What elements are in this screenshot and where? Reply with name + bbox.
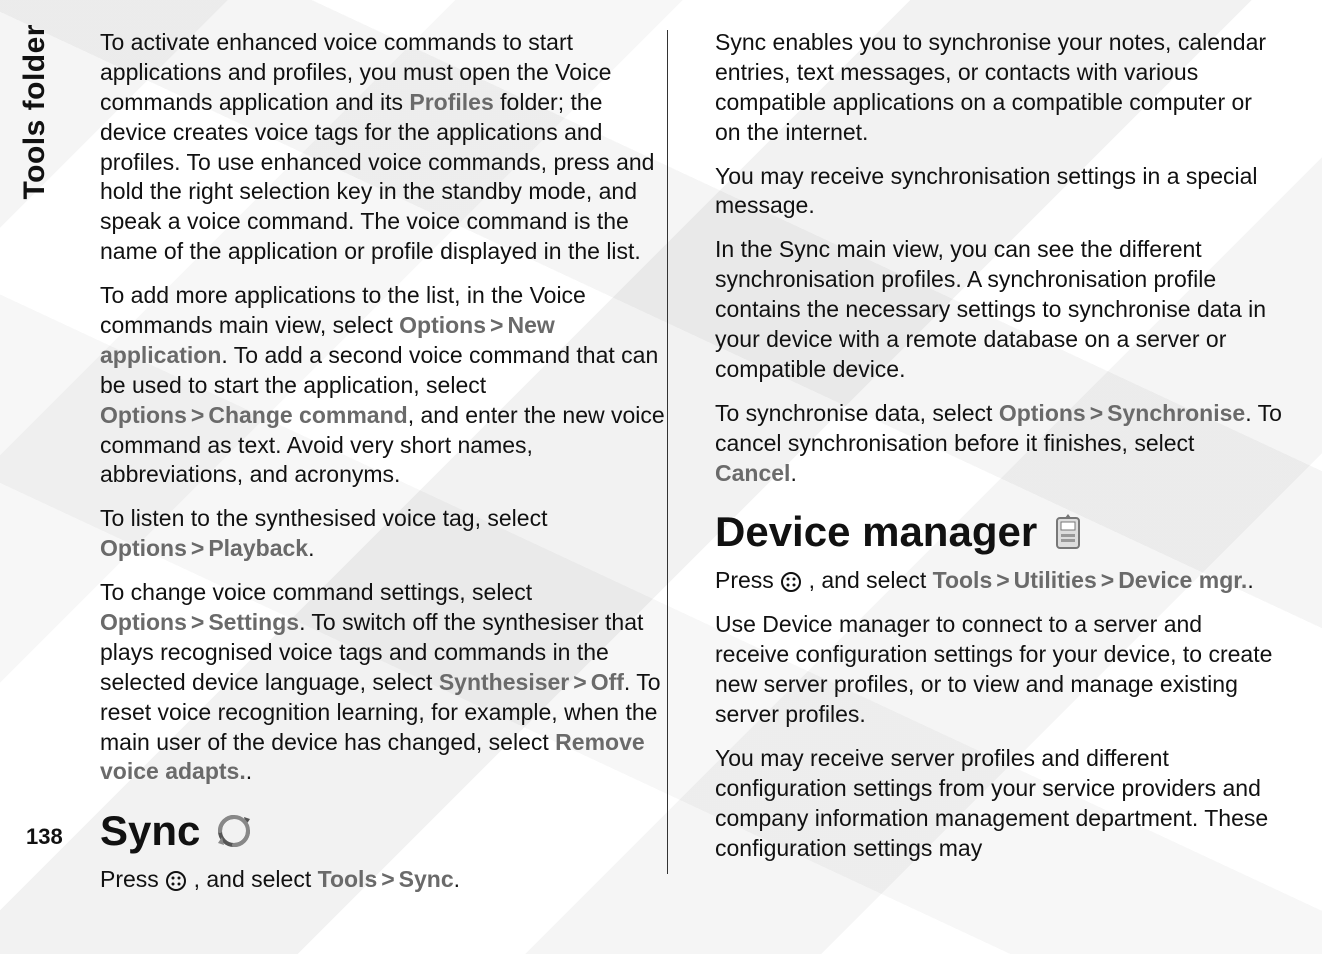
device-manager-icon — [1051, 512, 1085, 552]
term-options: Options — [399, 312, 486, 338]
text: . — [790, 460, 796, 486]
term-tools: Tools — [933, 567, 993, 593]
term-synthesiser: Synthesiser — [439, 669, 569, 695]
text: Press — [715, 567, 780, 593]
paragraph-voice-settings: To change voice command settings, select… — [100, 578, 667, 787]
term-device-mgr: Device mgr. — [1118, 567, 1247, 593]
separator-gt: > — [187, 535, 208, 561]
text: . — [308, 535, 314, 561]
text: To listen to the synthesised voice tag, … — [100, 505, 547, 531]
term-synchronise: Synchronise — [1107, 400, 1245, 426]
term-playback: Playback — [208, 535, 308, 561]
term-off: Off — [591, 669, 624, 695]
page-content: To activate enhanced voice commands to s… — [100, 28, 1282, 934]
paragraph-add-apps: To add more applications to the list, in… — [100, 281, 667, 490]
text: , and select — [802, 567, 932, 593]
text: . — [1247, 567, 1253, 593]
term-profiles: Profiles — [409, 89, 493, 115]
text: To change voice command settings, select — [100, 579, 532, 605]
paragraph-sync-press: Press , and select Tools>Sync. — [100, 865, 667, 895]
term-change-command: Change command — [208, 402, 407, 428]
term-utilities: Utilities — [1014, 567, 1097, 593]
sync-icon — [214, 811, 254, 851]
menu-key-icon — [780, 571, 802, 593]
separator-gt: > — [1097, 567, 1118, 593]
sidebar-title: Tools folder — [18, 24, 52, 199]
term-options: Options — [100, 609, 187, 635]
separator-gt: > — [187, 609, 208, 635]
text: Press — [100, 866, 165, 892]
text: folder; the device creates voice tags fo… — [100, 89, 654, 264]
term-options: Options — [100, 402, 187, 428]
separator-gt: > — [187, 402, 208, 428]
separator-gt: > — [992, 567, 1013, 593]
text: To synchronise data, select — [715, 400, 999, 426]
separator-gt: > — [1086, 400, 1107, 426]
term-cancel: Cancel — [715, 460, 790, 486]
term-settings: Settings — [208, 609, 299, 635]
paragraph-voice-activate: To activate enhanced voice commands to s… — [100, 28, 667, 267]
text: . — [246, 758, 252, 784]
separator-gt: > — [486, 312, 507, 338]
heading-sync: Sync — [100, 807, 667, 855]
term-options: Options — [100, 535, 187, 561]
paragraph-devmgr-use: Use Device manager to connect to a serve… — [715, 610, 1282, 730]
page-number: 138 — [26, 824, 63, 850]
text: , and select — [187, 866, 317, 892]
separator-gt: > — [569, 669, 590, 695]
term-tools: Tools — [318, 866, 378, 892]
text: . — [454, 866, 460, 892]
menu-key-icon — [165, 870, 187, 892]
heading-sync-text: Sync — [100, 807, 200, 855]
paragraph-devmgr-receive: You may receive server profiles and diff… — [715, 744, 1282, 864]
paragraph-playback: To listen to the synthesised voice tag, … — [100, 504, 667, 564]
paragraph-devmgr-press: Press , and select Tools>Utilities>Devic… — [715, 566, 1282, 596]
term-options: Options — [999, 400, 1086, 426]
term-sync: Sync — [399, 866, 454, 892]
paragraph-sync-intro: Sync enables you to synchronise your not… — [715, 28, 1282, 148]
paragraph-sync-options: To synchronise data, select Options>Sync… — [715, 399, 1282, 489]
heading-device-manager-text: Device manager — [715, 508, 1037, 556]
heading-device-manager: Device manager — [715, 508, 1282, 556]
separator-gt: > — [377, 866, 398, 892]
paragraph-sync-message: You may receive synchronisation settings… — [715, 162, 1282, 222]
sidebar: Tools folder — [0, 0, 70, 954]
paragraph-sync-profiles: In the Sync main view, you can see the d… — [715, 235, 1282, 384]
